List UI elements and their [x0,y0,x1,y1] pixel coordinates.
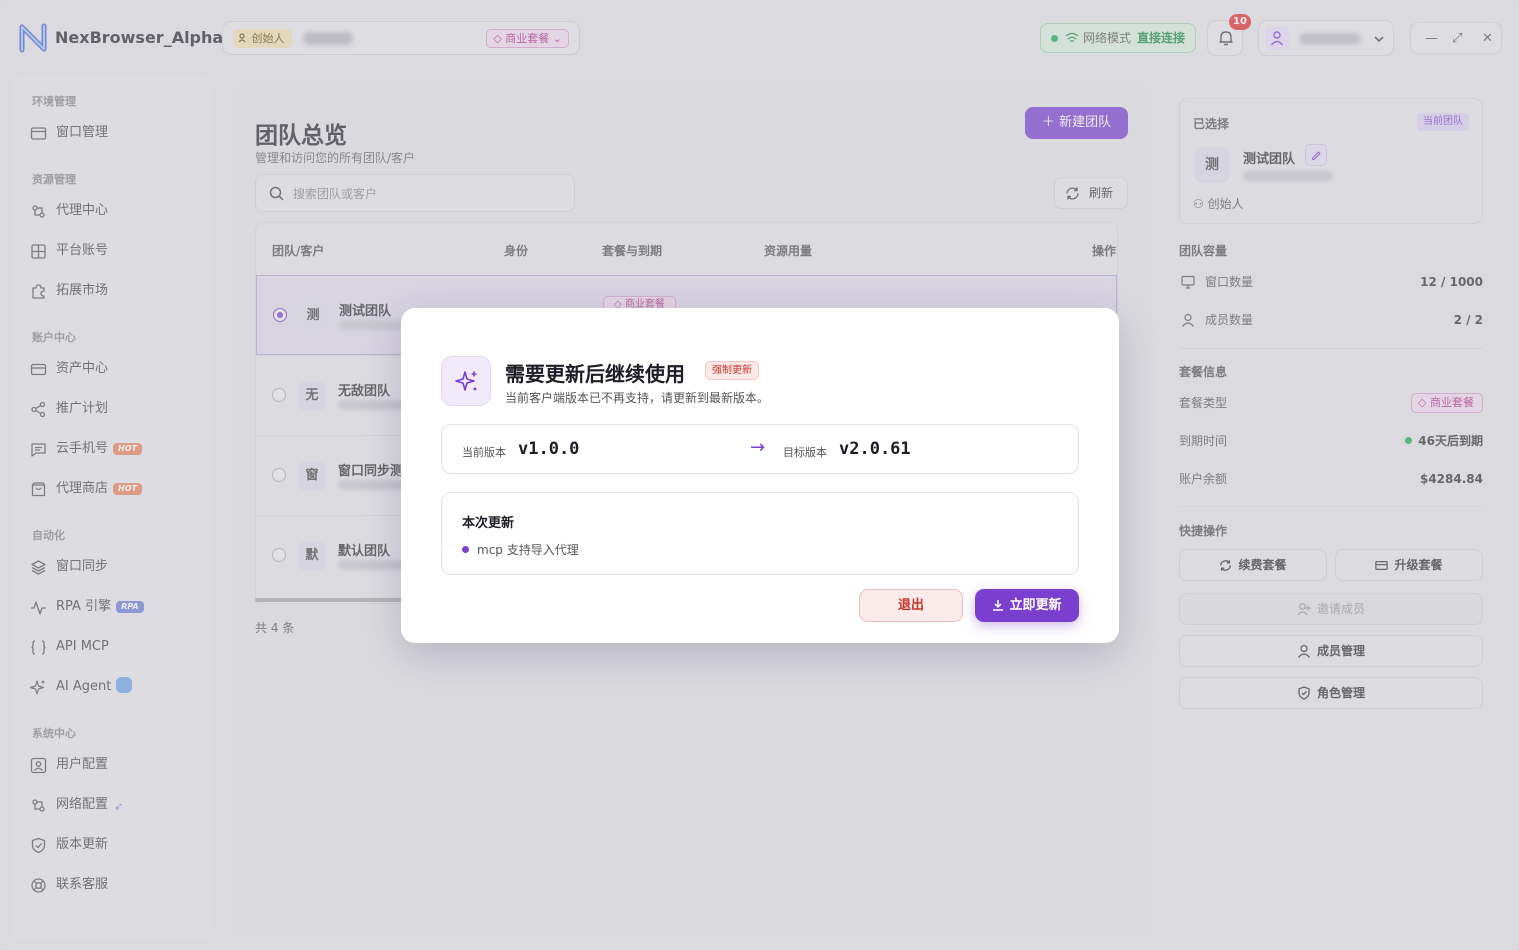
arrow-right-icon: → [750,437,766,458]
sparkle-icon [455,371,477,391]
target-version-label: 目标版本 [783,446,827,459]
download-icon [993,600,1004,611]
current-version-label: 当前版本 [462,446,506,459]
release-notes-title: 本次更新 [462,516,515,531]
version-comparison: 当前版本 v1.0.0 → 目标版本 v2.0.61 [441,424,1079,474]
release-notes: 本次更新 mcp 支持导入代理 [441,492,1079,575]
current-version-value: v1.0.0 [518,439,580,459]
release-note-item: mcp 支持导入代理 [462,541,579,558]
exit-button[interactable]: 退出 [859,589,963,622]
force-update-dialog: 需要更新后继续使用 强制更新 当前客户端版本已不再支持，请更新到最新版本。 当前… [401,308,1119,643]
update-now-button[interactable]: 立即更新 [975,589,1079,622]
dialog-title: 需要更新后继续使用 [505,362,685,386]
target-version-value: v2.0.61 [839,439,911,459]
force-update-tag: 强制更新 [705,361,759,380]
update-badge [441,356,491,406]
dialog-subtitle: 当前客户端版本已不再支持，请更新到最新版本。 [505,391,770,405]
update-now-label: 立即更新 [1009,598,1062,613]
app-window: NexBrowser_Alpha 创始人 ◇ 商业套餐 ⌄ 网络模式 直接连接 … [0,0,1519,950]
